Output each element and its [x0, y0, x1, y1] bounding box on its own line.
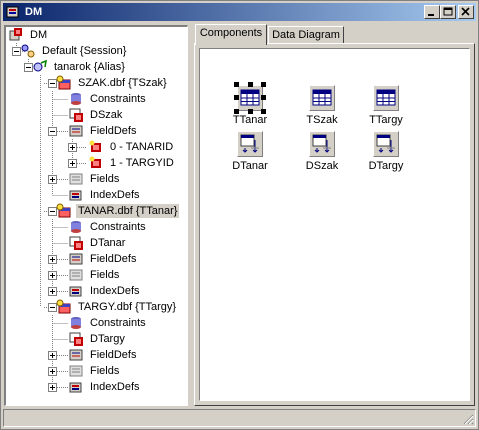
field-icon [88, 155, 104, 171]
window-title: DM [25, 6, 43, 18]
datasource-icon [68, 235, 84, 251]
selection-handle[interactable] [248, 82, 253, 87]
table-icon [56, 75, 72, 91]
selection-handle[interactable] [234, 82, 239, 87]
component-ttargy[interactable]: TTargy [355, 85, 415, 129]
indexdefs-icon [68, 379, 84, 395]
datamodule-icon [8, 27, 24, 43]
selection-handle[interactable] [261, 82, 266, 87]
resize-grip-icon[interactable] [462, 413, 474, 425]
fielddefs-icon [68, 347, 84, 363]
fielddefs-icon [68, 123, 84, 139]
indexdefs-icon [68, 187, 84, 203]
close-button[interactable] [458, 5, 474, 19]
fields-icon [68, 267, 84, 283]
fields-icon [68, 363, 84, 379]
field-icon [88, 139, 104, 155]
selection-handle[interactable] [261, 95, 266, 100]
component-design-area[interactable]: TTanar TSzak TTargy DTanar DSzak DTargy [199, 48, 470, 401]
constraints-icon [68, 91, 84, 107]
indexdefs-icon [68, 283, 84, 299]
expand-targyid-field[interactable] [68, 159, 77, 168]
component-dtargy[interactable]: DTargy [355, 131, 415, 175]
panel-splitter[interactable] [189, 25, 193, 406]
maximize-button[interactable] [440, 5, 456, 19]
expand-tanar-fields[interactable] [48, 271, 57, 280]
expand-tanar-indexdefs[interactable] [48, 287, 57, 296]
datasource-component-icon [373, 131, 399, 157]
datasource-icon [68, 107, 84, 123]
component-tszak[interactable]: TSzak [291, 85, 351, 129]
datamodule-window: DM DM Default {Session} tanarok {Alias} … [0, 0, 479, 430]
expand-tanarid-field[interactable] [68, 143, 77, 152]
components-page: TTanar TSzak TTargy DTanar DSzak DTargy [194, 43, 475, 406]
datasource-icon [68, 331, 84, 347]
fields-icon [68, 171, 84, 187]
table-component-icon [373, 85, 399, 111]
minimize-button[interactable] [424, 5, 440, 19]
table-component-icon [309, 85, 335, 111]
selection-handle[interactable] [234, 95, 239, 100]
constraints-icon [68, 315, 84, 331]
app-icon [6, 5, 20, 19]
session-icon [20, 43, 36, 59]
component-ttanar[interactable]: TTanar [219, 82, 279, 129]
status-bar [3, 409, 476, 427]
tab-data-diagram[interactable]: Data Diagram [268, 26, 344, 44]
expand-tanar-fielddefs[interactable] [48, 255, 57, 264]
table-icon [56, 299, 72, 315]
object-tree[interactable]: DM Default {Session} tanarok {Alias} SZA… [4, 25, 188, 406]
fielddefs-icon [68, 251, 84, 267]
table-component-icon [237, 85, 263, 111]
table-icon [56, 203, 72, 219]
datasource-component-icon [309, 131, 335, 157]
component-dszak[interactable]: DSzak [291, 131, 351, 175]
expand-targy-indexdefs[interactable] [48, 383, 57, 392]
title-bar[interactable]: DM [3, 3, 476, 21]
expand-szak-fields[interactable] [48, 175, 57, 184]
tab-components[interactable]: Components [195, 24, 267, 45]
alias-icon [32, 59, 48, 75]
datasource-component-icon [237, 131, 263, 157]
expand-targy-fields[interactable] [48, 367, 57, 376]
component-dtanar[interactable]: DTanar [219, 131, 279, 175]
collapse-szak-fielddefs[interactable] [48, 127, 57, 136]
expand-targy-fielddefs[interactable] [48, 351, 57, 360]
constraints-icon [68, 219, 84, 235]
